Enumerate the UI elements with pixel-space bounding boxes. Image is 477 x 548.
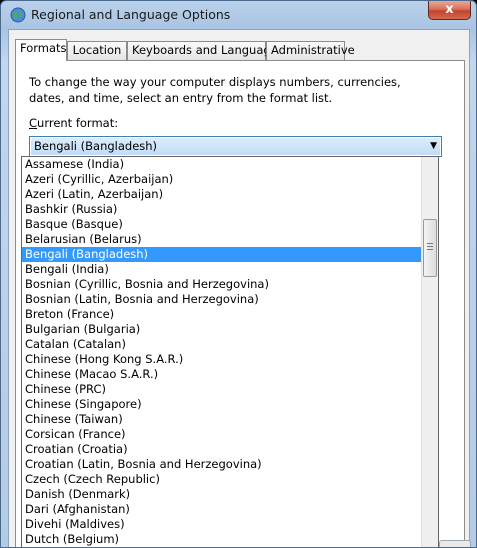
list-item[interactable]: Bengali (India)	[22, 262, 422, 277]
list-item[interactable]: Catalan (Catalan)	[22, 337, 422, 352]
scroll-thumb[interactable]	[423, 219, 437, 277]
list-item[interactable]: Czech (Czech Republic)	[22, 472, 422, 487]
close-button[interactable]: x	[428, 1, 471, 20]
list-item[interactable]: Bashkir (Russia)	[22, 202, 422, 217]
list-item[interactable]: Dari (Afghanistan)	[22, 502, 422, 517]
list-item[interactable]: Chinese (Singapore)	[22, 397, 422, 412]
format-list-items: Assamese (India) Azeri (Cyrillic, Azerbai…	[22, 157, 422, 547]
list-item[interactable]: Belarusian (Belarus)	[22, 232, 422, 247]
dialog-window: Regional and Language Options x Formats …	[0, 0, 477, 548]
list-item[interactable]: Azeri (Cyrillic, Azerbaijan)	[22, 172, 422, 187]
window-title: Regional and Language Options	[31, 7, 231, 22]
list-item[interactable]: Chinese (Taiwan)	[22, 412, 422, 427]
list-item[interactable]: Bosnian (Latin, Bosnia and Herzegovina)	[22, 292, 422, 307]
list-item[interactable]: Assamese (India)	[22, 157, 422, 172]
list-item[interactable]: Chinese (Hong Kong S.A.R.)	[22, 352, 422, 367]
list-item[interactable]: Croatian (Croatia)	[22, 442, 422, 457]
list-item[interactable]: Azeri (Latin, Azerbaijan)	[22, 187, 422, 202]
list-item[interactable]: Croatian (Latin, Bosnia and Herzegovina)	[22, 457, 422, 472]
globe-icon	[10, 7, 26, 23]
format-dropdown-list[interactable]: Assamese (India) Azeri (Cyrillic, Azerbai…	[21, 156, 439, 547]
list-item[interactable]: Chinese (PRC)	[22, 382, 422, 397]
current-format-label: Current format:	[29, 116, 118, 130]
list-item[interactable]: Chinese (Macao S.A.R.)	[22, 367, 422, 382]
apply-button[interactable]	[439, 540, 471, 547]
list-item[interactable]: Basque (Basque)	[22, 217, 422, 232]
accelerator-key: C	[29, 116, 38, 130]
grip-icon	[427, 243, 433, 244]
chevron-down-icon[interactable]: ▼	[430, 138, 437, 155]
current-format-label-text: urrent format:	[37, 116, 119, 130]
tab-administrative[interactable]: Administrative	[266, 41, 355, 60]
list-item[interactable]: Bosnian (Cyrillic, Bosnia and Herzegovin…	[22, 277, 422, 292]
title-bar[interactable]: Regional and Language Options x	[1, 1, 476, 29]
intro-text: To change the way your computer displays…	[29, 75, 401, 105]
list-item[interactable]: Corsican (France)	[22, 427, 422, 442]
list-scrollbar[interactable]	[421, 157, 438, 547]
list-item[interactable]: Bulgarian (Bulgaria)	[22, 322, 422, 337]
tab-location[interactable]: Location	[67, 41, 127, 60]
tab-formats[interactable]: Formats	[15, 39, 67, 61]
list-item[interactable]: Dutch (Belgium)	[22, 532, 422, 547]
list-item[interactable]: Bengali (Bangladesh)	[22, 247, 422, 262]
list-item[interactable]: Breton (France)	[22, 307, 422, 322]
list-item[interactable]: Divehi (Maldives)	[22, 517, 422, 532]
close-icon: x	[445, 2, 454, 17]
list-item[interactable]: Danish (Denmark)	[22, 487, 422, 502]
tab-keyboards-and-languages[interactable]: Keyboards and Languages	[127, 41, 284, 60]
current-format-combobox[interactable]: Bengali (Bangladesh) ▼	[29, 136, 442, 157]
current-format-value: Bengali (Bangladesh)	[31, 138, 440, 155]
